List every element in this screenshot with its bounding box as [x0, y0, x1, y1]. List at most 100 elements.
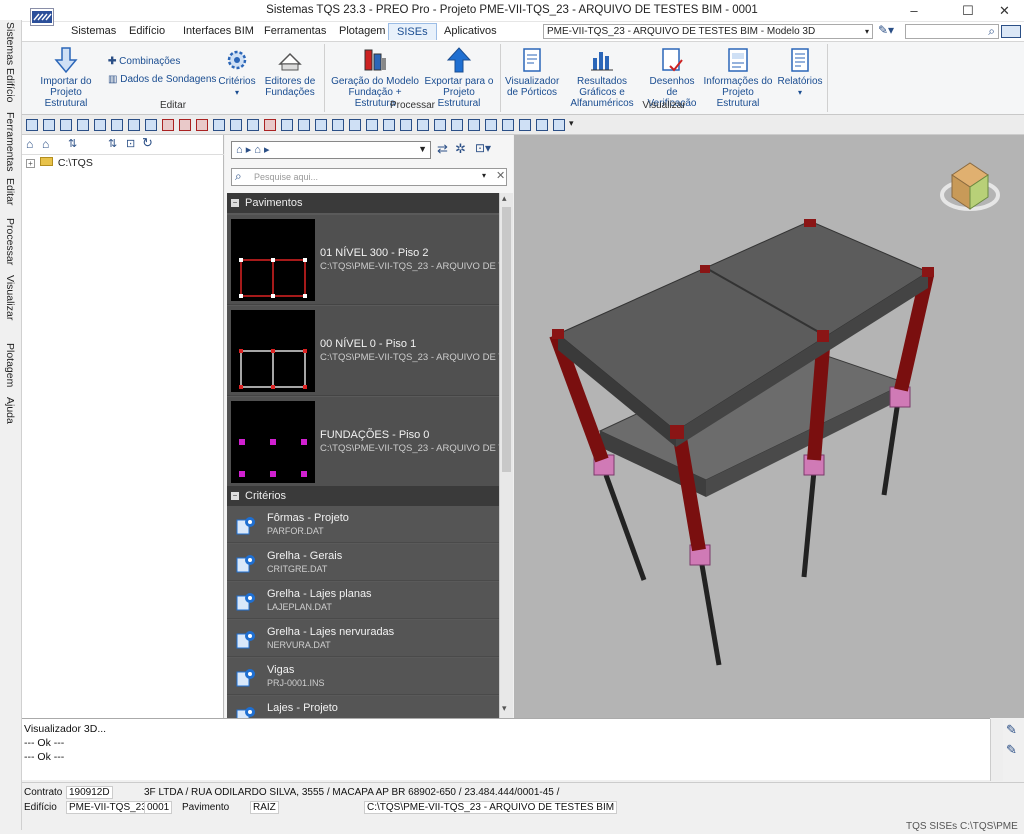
vtab-processar[interactable]: Processar — [4, 218, 16, 265]
vtab-sistemas[interactable]: Sistemas — [4, 22, 16, 65]
tool-icon[interactable] — [451, 119, 463, 131]
tab-plotagem[interactable]: Plotagem — [339, 25, 385, 37]
project-selector[interactable]: PME-VII-TQS_23 - ARQUIVO DE TESTES BIM -… — [543, 24, 873, 39]
criterio-item[interactable]: Lajes - Projeto — [227, 696, 499, 718]
view-icon[interactable]: ⊡ — [126, 137, 135, 150]
tab-sises[interactable]: SISEs — [388, 23, 437, 40]
viewport-3d[interactable] — [514, 135, 1024, 718]
tab-sistemas[interactable]: Sistemas — [71, 25, 116, 37]
tab-aplicativos[interactable]: Aplicativos — [444, 25, 497, 37]
tool-icon[interactable] — [383, 119, 395, 131]
building-icon[interactable]: ⌂ — [26, 137, 33, 151]
log-config-icon[interactable]: ✎ — [1006, 742, 1017, 758]
settings-icon[interactable]: ✲ — [455, 141, 466, 157]
tool-icon[interactable] — [145, 119, 157, 131]
section-pavimentos-label: Pavimentos — [245, 197, 303, 209]
tab-edificio[interactable]: Edifício — [129, 25, 165, 37]
visualizador-porticos-button[interactable]: Visualizador de Pórticos — [505, 46, 559, 98]
criterio-item[interactable]: Vigas PRJ-0001.INS — [227, 658, 499, 695]
tool-icon[interactable] — [349, 119, 361, 131]
tool-icon[interactable] — [400, 119, 412, 131]
vtab-plotagem[interactable]: Plotagem — [4, 343, 16, 387]
edit-log-icon[interactable]: ✎ — [1006, 722, 1017, 738]
tool-icon[interactable] — [298, 119, 310, 131]
tool-icon[interactable] — [536, 119, 548, 131]
search-field[interactable]: ⌕ Pesquise aqui... ▾ ✕ — [231, 168, 507, 186]
console-scrollbar[interactable] — [990, 719, 1003, 781]
scrollbar-thumb[interactable] — [502, 207, 511, 472]
vtab-ajuda[interactable]: Ajuda — [4, 397, 16, 424]
clear-icon[interactable]: ✕ — [496, 169, 505, 182]
relatorios-button[interactable]: Relatórios ▾ — [776, 46, 824, 98]
criterios-button[interactable]: Critérios ▾ — [218, 46, 256, 98]
tree-root-item[interactable]: + C:\TQS — [26, 157, 93, 169]
help-icon[interactable] — [1001, 25, 1021, 38]
vtab-ferramentas[interactable]: Ferramentas — [4, 112, 16, 172]
sync-icon[interactable]: ⇄ — [437, 141, 448, 157]
app-logo-icon[interactable] — [30, 8, 54, 26]
tool-icon[interactable] — [485, 119, 497, 131]
breadcrumb-combo[interactable]: ⌂ ▸ ⌂ ▸ ▼ — [231, 141, 431, 159]
sort-icon[interactable]: ⇅ — [68, 137, 77, 150]
view-mode-icon[interactable]: ⊡▾ — [475, 141, 491, 155]
tool-icon[interactable] — [77, 119, 89, 131]
tool-icon[interactable] — [162, 119, 174, 131]
tab-ferramentas[interactable]: Ferramentas — [264, 25, 326, 37]
list-scrollbar[interactable]: ▴ ▾ — [499, 193, 513, 718]
tool-icon[interactable] — [264, 119, 276, 131]
scroll-up-icon[interactable]: ▴ — [502, 193, 507, 204]
criterio-item[interactable]: Fôrmas - Projeto PARFOR.DAT — [227, 506, 499, 543]
pavimento-item[interactable]: FUNDAÇÕES - Piso 0 C:\TQS\PME-VII-TQS_23… — [227, 397, 499, 487]
editores-button[interactable]: Editores de Fundações — [260, 46, 320, 98]
tool-icon[interactable] — [247, 119, 259, 131]
search-box[interactable]: ⌕ — [905, 24, 999, 39]
vtab-editar[interactable]: Editar — [4, 178, 16, 205]
section-criterios[interactable]: − Critérios — [227, 486, 499, 506]
vtab-edificio[interactable]: Edifício — [4, 68, 16, 102]
tool-icon[interactable] — [281, 119, 293, 131]
collapse-icon[interactable]: − — [231, 199, 239, 207]
tool-icon[interactable] — [128, 119, 140, 131]
tool-icon[interactable] — [60, 119, 72, 131]
sondagens-button[interactable]: ▥ Dados de Sondagens — [108, 74, 216, 85]
overflow-chevron-icon[interactable]: ▾ — [569, 118, 574, 129]
tool-icon[interactable] — [26, 119, 38, 131]
pavimento-item[interactable]: 00 NÍVEL 0 - Piso 1 C:\TQS\PME-VII-TQS_2… — [227, 306, 499, 396]
tool-icon[interactable] — [366, 119, 378, 131]
tool-icon[interactable] — [43, 119, 55, 131]
sort-building-icon[interactable]: ⇅ — [108, 137, 117, 150]
tool-icon[interactable] — [468, 119, 480, 131]
scroll-down-icon[interactable]: ▾ — [502, 703, 507, 714]
combinacoes-button[interactable]: ✚ Combinações — [108, 56, 180, 67]
tool-icon[interactable] — [434, 119, 446, 131]
vtab-visualizar[interactable]: Visualizar — [4, 275, 16, 320]
tool-icon[interactable] — [519, 119, 531, 131]
pavimento-item[interactable]: 01 NÍVEL 300 - Piso 2 C:\TQS\PME-VII-TQS… — [227, 215, 499, 305]
tool-icon[interactable] — [111, 119, 123, 131]
pencil-icon[interactable]: ✎▾ — [878, 23, 902, 40]
tool-icon[interactable] — [553, 119, 565, 131]
tool-icon[interactable] — [230, 119, 242, 131]
expand-icon[interactable]: + — [26, 159, 35, 168]
tool-icon[interactable] — [417, 119, 429, 131]
collapse-icon[interactable]: − — [231, 492, 239, 500]
tool-icon[interactable] — [179, 119, 191, 131]
tool-icon[interactable] — [196, 119, 208, 131]
maximize-button[interactable]: ☐ — [946, 0, 990, 22]
tool-icon[interactable] — [213, 119, 225, 131]
refresh-icon[interactable]: ↻ — [142, 135, 153, 151]
close-button[interactable]: ✕ — [985, 0, 1024, 22]
tool-icon[interactable] — [502, 119, 514, 131]
section-pavimentos[interactable]: − Pavimentos — [227, 193, 499, 213]
criterio-item[interactable]: Grelha - Lajes nervuradas NERVURA.DAT — [227, 620, 499, 657]
criterio-item[interactable]: Grelha - Gerais CRITGRE.DAT — [227, 544, 499, 581]
tool-icon[interactable] — [332, 119, 344, 131]
criterio-item[interactable]: Grelha - Lajes planas LAJEPLAN.DAT — [227, 582, 499, 619]
tool-icon[interactable] — [94, 119, 106, 131]
minimize-button[interactable]: – — [892, 0, 936, 22]
chevron-down-icon[interactable]: ▾ — [482, 171, 486, 180]
tool-icon[interactable] — [315, 119, 327, 131]
output-console[interactable]: Visualizador 3D... --- Ok --- --- Ok --- — [22, 718, 1003, 781]
tab-interfaces-bim[interactable]: Interfaces BIM — [183, 25, 254, 37]
edit-building-icon[interactable]: ⌂ — [42, 137, 49, 151]
